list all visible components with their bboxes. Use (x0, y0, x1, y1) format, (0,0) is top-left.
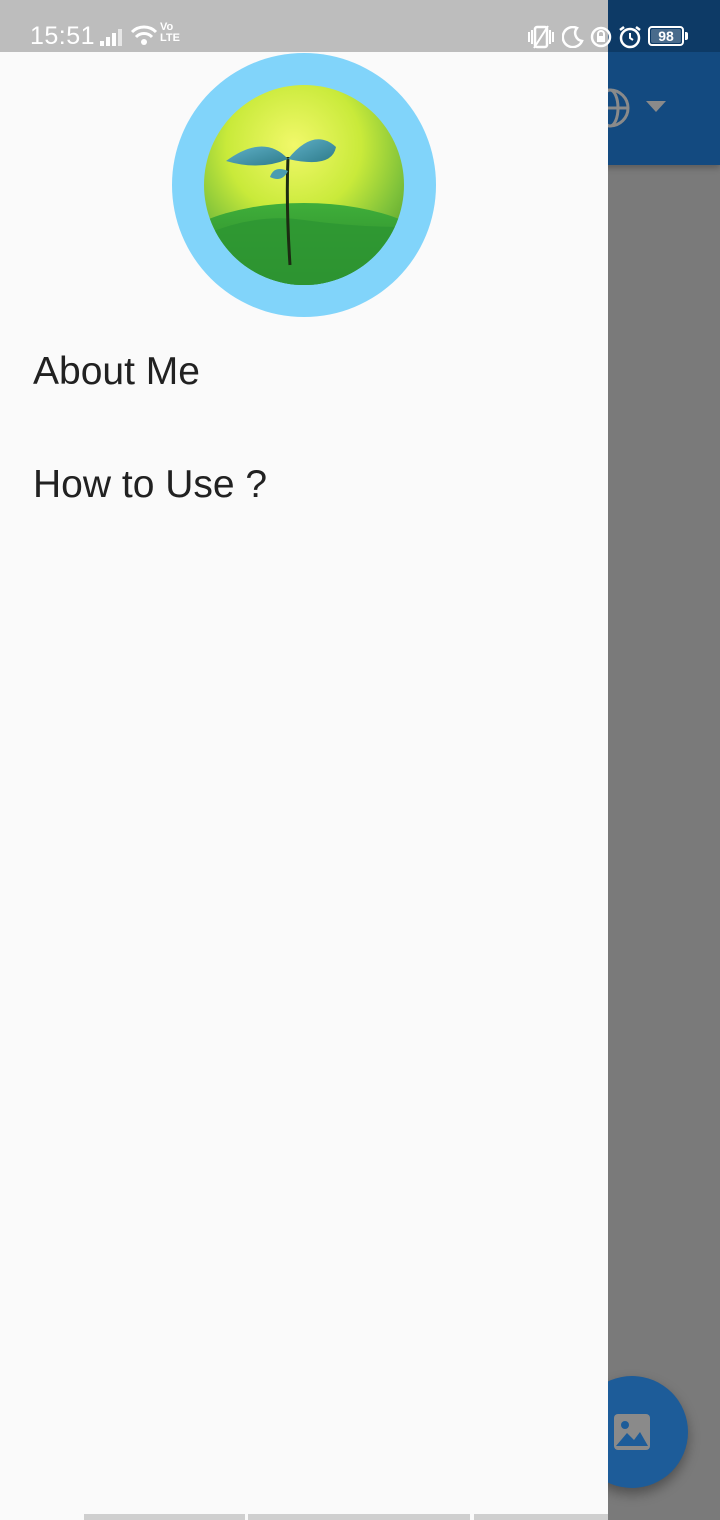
do-not-disturb-moon-icon (562, 26, 584, 48)
alarm-icon (619, 26, 641, 49)
drawer-avatar (172, 53, 436, 317)
signal-icon (100, 29, 122, 46)
network-label: Vo LTE (160, 21, 180, 44)
drawer-item-how-to-use[interactable]: How to Use ? (33, 463, 267, 507)
image-icon (614, 1414, 650, 1450)
battery-icon: 98 (648, 26, 684, 46)
sprout-plant-image (204, 85, 404, 285)
gesture-bar-left (84, 1514, 245, 1520)
dropdown-caret-icon[interactable] (646, 101, 666, 113)
status-time: 15:51 (30, 22, 96, 50)
vibrate-icon (528, 25, 554, 49)
status-bar: 15:51 Vo LTE 98 (0, 0, 720, 52)
gesture-bar-right (474, 1514, 608, 1520)
lock-rotation-icon (590, 26, 612, 48)
battery-level: 98 (658, 28, 674, 44)
volte-icon: Vo LTE (160, 22, 188, 48)
drawer-item-about-me[interactable]: About Me (33, 350, 200, 394)
wifi-icon (130, 25, 158, 45)
gesture-bar-center (248, 1514, 470, 1520)
navigation-drawer: About Me How to Use ? (0, 52, 608, 1520)
